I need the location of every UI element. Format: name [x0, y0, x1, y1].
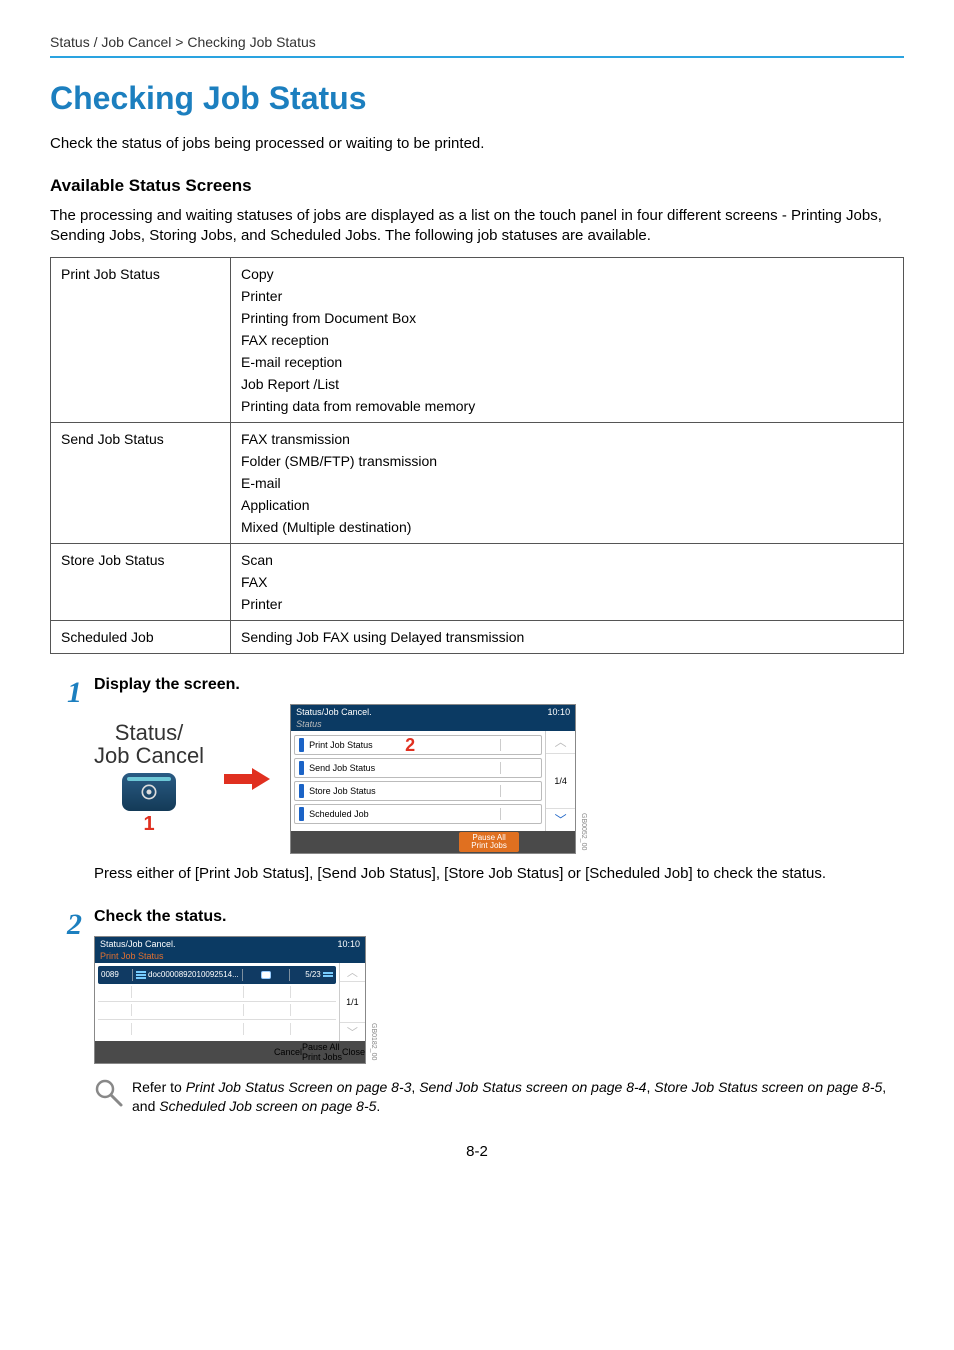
callout-1: 1 — [143, 813, 154, 836]
button-label-line2: Job Cancel — [94, 744, 204, 767]
list-item-send-job[interactable]: Send Job Status — [294, 758, 542, 778]
page-indicator: 1/4 — [546, 753, 575, 809]
step-number-2: 2 — [50, 908, 94, 940]
status-job-cancel-button[interactable]: Status/ Job Cancel 1 — [94, 721, 204, 836]
available-desc: The processing and waiting statuses of j… — [50, 206, 904, 247]
note-text: Refer to Print Job Status Screen on page… — [132, 1078, 904, 1117]
table-item: Scan — [241, 552, 893, 568]
close-button[interactable]: Close — [342, 1047, 365, 1057]
available-heading: Available Status Screens — [50, 176, 904, 196]
breadcrumb: Status / Job Cancel > Checking Job Statu… — [50, 34, 904, 50]
table-row — [98, 984, 336, 1002]
scroll-up-icon[interactable]: ︿ — [340, 963, 365, 981]
table-item: Mixed (Multiple destination) — [241, 519, 893, 535]
status-icon — [122, 773, 176, 811]
xref-link[interactable]: Send Job Status screen on page 8-4 — [419, 1079, 646, 1095]
list-item-label: Print Job Status — [309, 740, 373, 750]
document-icon — [136, 971, 146, 979]
table-row: Scheduled Job Sending Job FAX using Dela… — [51, 620, 904, 653]
table-item: Copy — [241, 266, 893, 282]
table-item: Application — [241, 497, 893, 513]
list-item-label: Send Job Status — [309, 763, 375, 773]
button-label-line1: Status/ — [115, 721, 183, 744]
status-table: Print Job Status Copy Printer Printing f… — [50, 257, 904, 654]
table-item: FAX reception — [241, 332, 893, 348]
job-name: doc0000892010092514... — [136, 970, 239, 979]
table-item: Job Report /List — [241, 376, 893, 392]
list-item-label: Scheduled Job — [309, 809, 369, 819]
table-row — [98, 1020, 336, 1038]
figure-code: GB0052_00 — [580, 813, 587, 850]
scroll-down-icon[interactable]: ﹀ — [340, 1023, 365, 1041]
table-item: FAX transmission — [241, 431, 893, 447]
job-number: 0089 — [101, 970, 129, 979]
intro-text: Check the status of jobs being processed… — [50, 135, 904, 152]
xref-link[interactable]: Store Job Status screen on page 8-5 — [654, 1079, 882, 1095]
page-title: Checking Job Status — [50, 80, 904, 117]
xref-link[interactable]: Print Job Status Screen on page 8-3 — [186, 1079, 412, 1095]
table-row: Store Job Status Scan FAX Printer — [51, 543, 904, 620]
table-cell-left: Print Job Status — [51, 257, 231, 422]
table-cell-right: Scan FAX Printer — [231, 543, 904, 620]
pages-icon — [323, 972, 333, 977]
table-cell-right: Copy Printer Printing from Document Box … — [231, 257, 904, 422]
step-1-body: Press either of [Print Job Status], [Sen… — [94, 864, 904, 884]
magnifier-icon — [94, 1078, 124, 1108]
table-item: Folder (SMB/FTP) transmission — [241, 453, 893, 469]
callout-2: 2 — [405, 735, 415, 756]
list-item-label: Store Job Status — [309, 786, 376, 796]
table-cell-right: FAX transmission Folder (SMB/FTP) transm… — [231, 422, 904, 543]
table-item: Printer — [241, 288, 893, 304]
table-item: FAX — [241, 574, 893, 590]
touch-panel-status: Status/Job Cancel. 10:10 Status Print Jo… — [290, 704, 576, 854]
step-number-1: 1 — [50, 676, 94, 708]
list-item-scheduled-job[interactable]: Scheduled Job — [294, 804, 542, 824]
list-item-print-job[interactable]: Print Job Status 2 — [294, 735, 542, 755]
pause-all-print-jobs-button[interactable]: Pause All Print Jobs — [459, 832, 519, 852]
figure-code: GB0182_00 — [370, 1023, 377, 1060]
page-indicator: 1/1 — [340, 981, 365, 1023]
list-item-store-job[interactable]: Store Job Status — [294, 781, 542, 801]
table-cell-left: Scheduled Job — [51, 620, 231, 653]
table-item: E-mail — [241, 475, 893, 491]
panel-time: 10:10 — [548, 707, 571, 717]
scroll-down-icon[interactable]: ﹀ — [546, 809, 575, 831]
arrow-right-icon — [224, 767, 270, 791]
cancel-button[interactable]: Cancel — [274, 1047, 302, 1057]
panel-time: 10:10 — [337, 939, 360, 949]
table-item: Printer — [241, 596, 893, 612]
panel-subtitle: Status — [291, 719, 575, 731]
table-row — [98, 1002, 336, 1020]
xref-link[interactable]: Scheduled Job screen on page 8-5 — [159, 1098, 376, 1114]
pause-all-print-jobs-button[interactable]: Pause All Print Jobs — [302, 1042, 342, 1062]
divider — [50, 56, 904, 58]
table-item: Sending Job FAX using Delayed transmissi… — [241, 629, 893, 645]
job-count: 5/23 — [293, 970, 333, 979]
printer-icon — [246, 971, 286, 979]
table-cell-left: Send Job Status — [51, 422, 231, 543]
panel-title: Status/Job Cancel. — [100, 939, 176, 949]
panel-subtitle: Print Job Status — [95, 951, 365, 963]
step-2-title: Check the status. — [94, 908, 904, 926]
table-item: Printing from Document Box — [241, 310, 893, 326]
touch-panel-print-job-status: Status/Job Cancel. 10:10 Print Job Statu… — [94, 936, 366, 1064]
table-cell-right: Sending Job FAX using Delayed transmissi… — [231, 620, 904, 653]
table-row: Send Job Status FAX transmission Folder … — [51, 422, 904, 543]
scroll-up-icon[interactable]: ︿ — [546, 731, 575, 753]
table-item: Printing data from removable memory — [241, 398, 893, 414]
table-row[interactable]: 0089 doc0000892010092514... 5/23 — [98, 966, 336, 984]
panel-title: Status/Job Cancel. — [296, 707, 372, 717]
table-cell-left: Store Job Status — [51, 543, 231, 620]
step-1-title: Display the screen. — [94, 676, 904, 694]
table-row: Print Job Status Copy Printer Printing f… — [51, 257, 904, 422]
table-item: E-mail reception — [241, 354, 893, 370]
page-number: 8-2 — [50, 1143, 904, 1160]
